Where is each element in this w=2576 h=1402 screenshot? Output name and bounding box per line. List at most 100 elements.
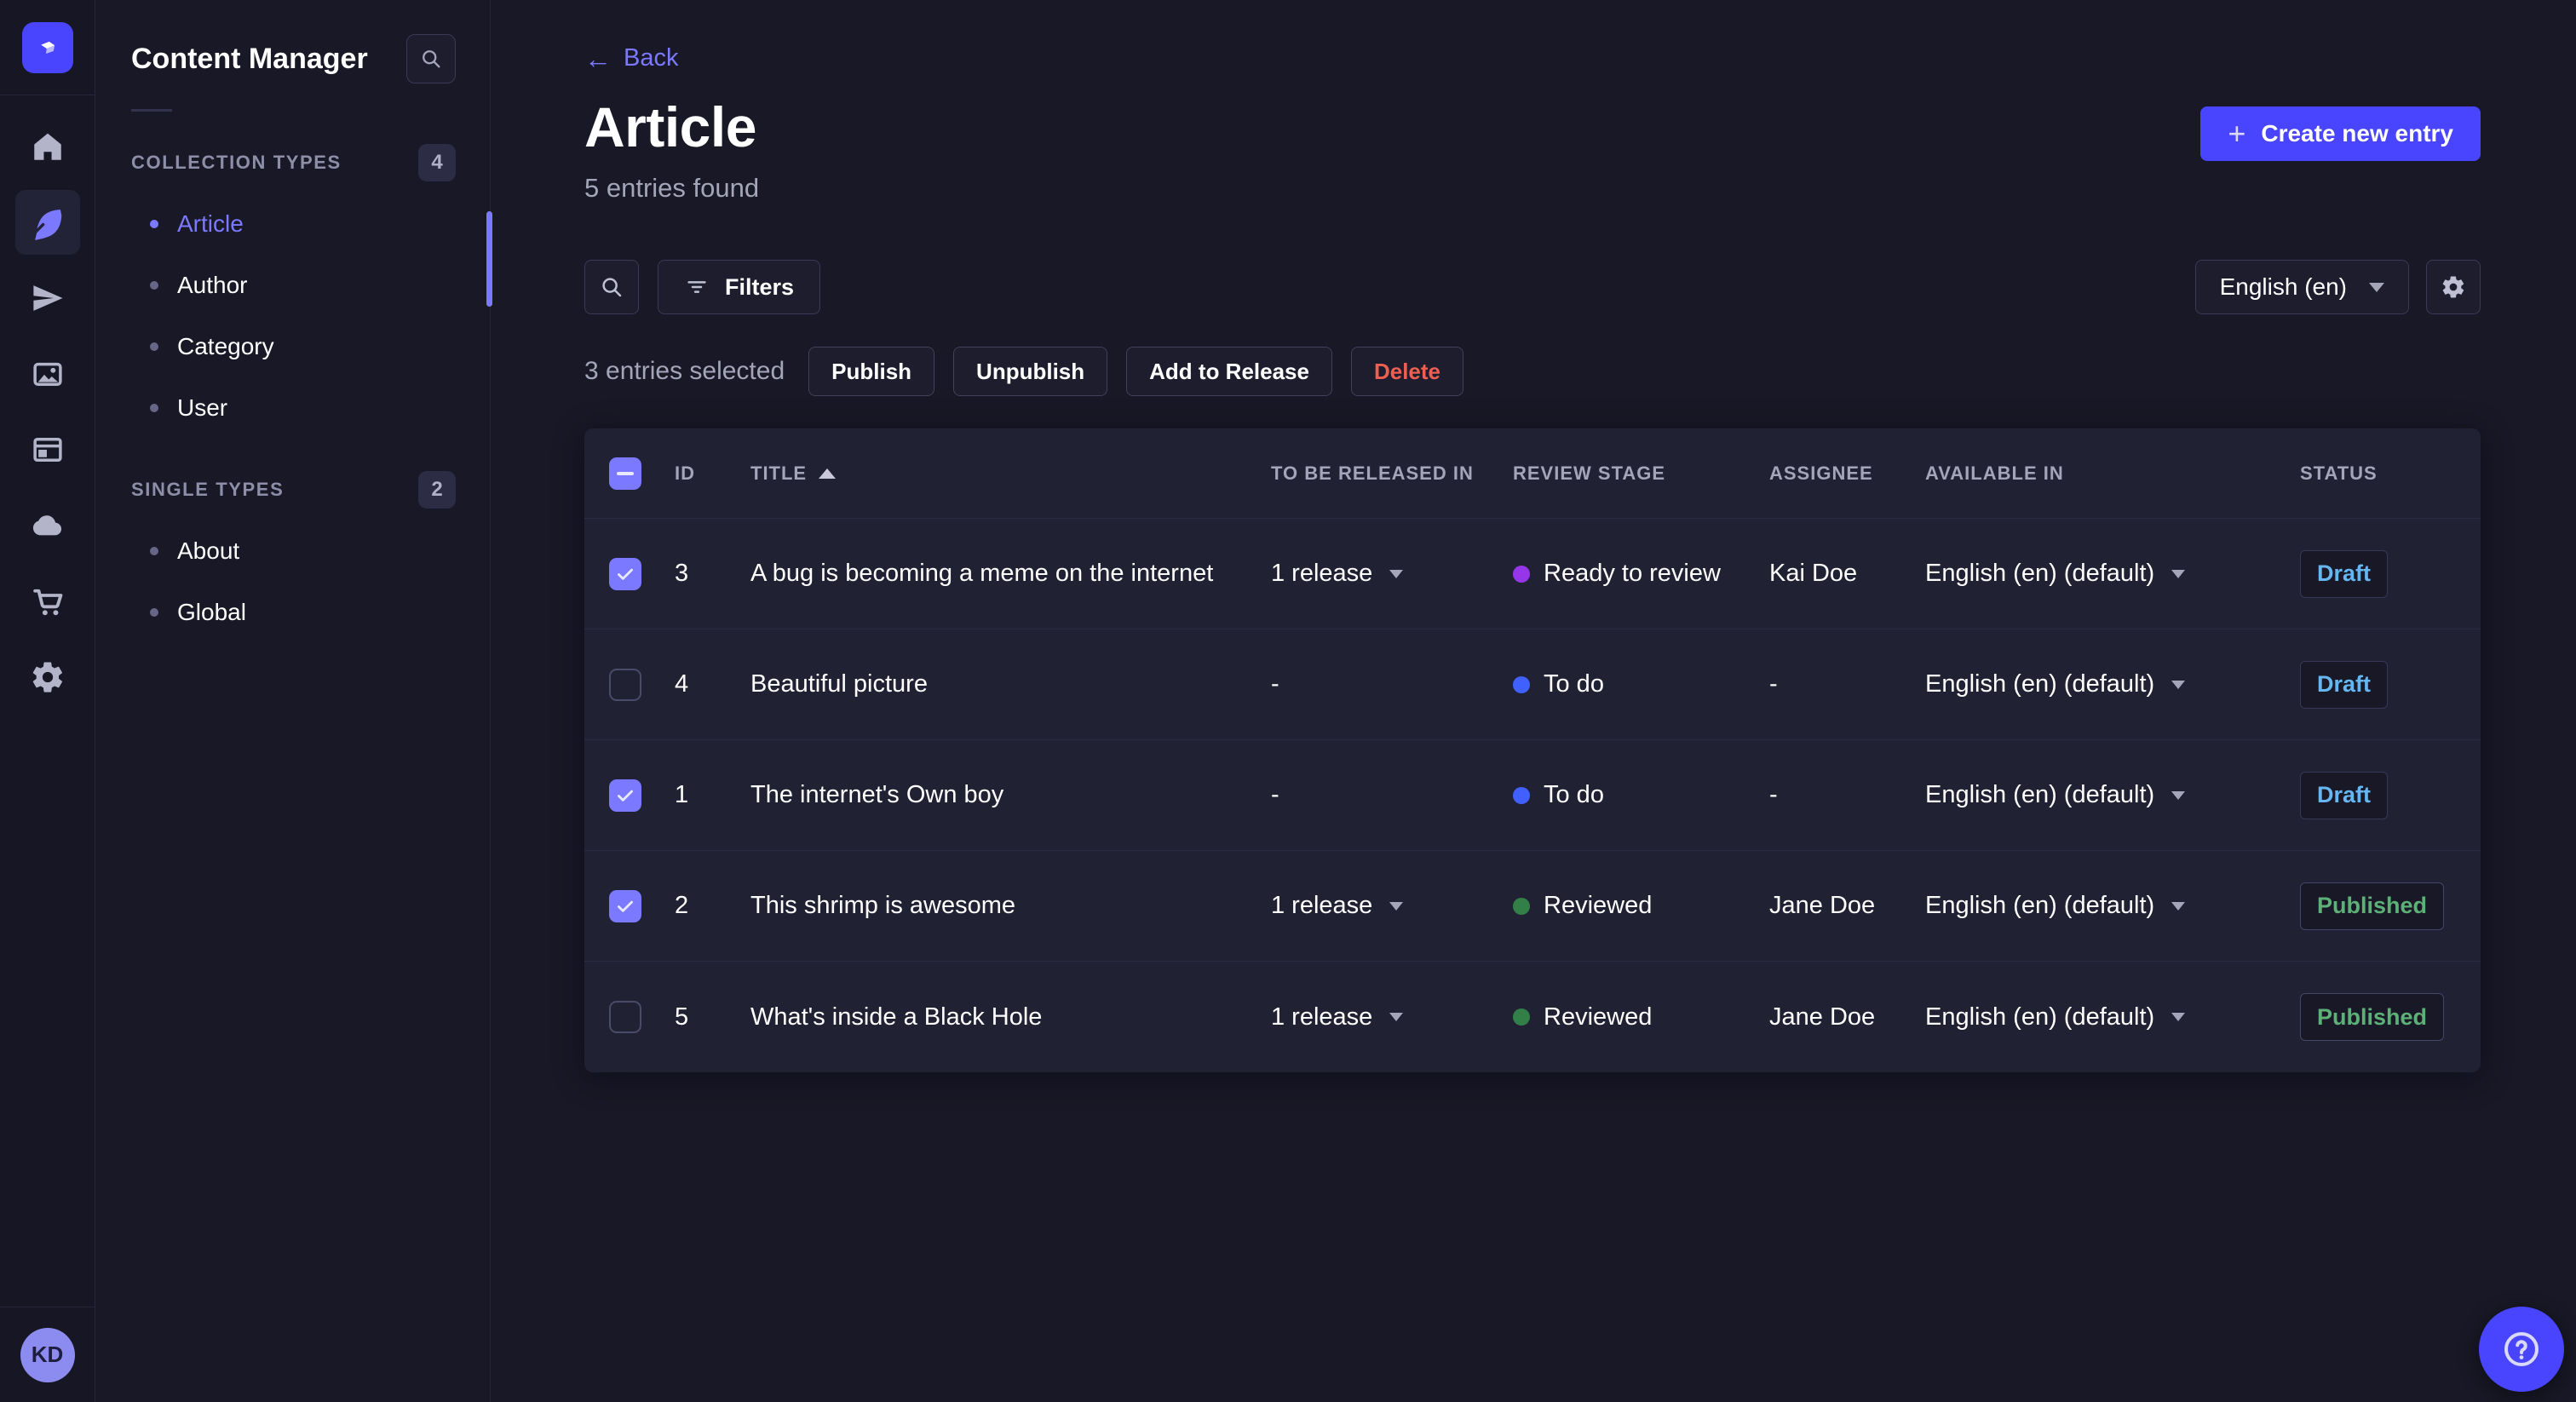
back-link[interactable]: ← Back (584, 44, 678, 72)
cell-to-be-released-in[interactable]: 1 release (1271, 560, 1513, 588)
cart-icon (32, 589, 62, 616)
cell-review-stage: Reviewed (1513, 892, 1769, 920)
cell-to-be-released-in[interactable]: 1 release (1271, 892, 1513, 920)
subnav-sections: COLLECTION TYPES 4 Article Author Category Us… (95, 144, 490, 643)
chevron-down-icon (1389, 569, 1404, 578)
rail-item-home[interactable] (15, 114, 80, 179)
column-header-review-stage[interactable]: REVIEW STAGE (1513, 463, 1769, 485)
sidebar-item-author[interactable]: Author (95, 255, 490, 316)
sidebar-item-label: Global (177, 599, 246, 625)
filters-button[interactable]: Filters (658, 260, 821, 314)
strapi-logo-icon (40, 41, 55, 54)
release-value: - (1271, 670, 1279, 698)
cell-available-in[interactable]: English (en) (default) (1925, 1003, 2300, 1031)
sidebar-item-about[interactable]: About (95, 520, 490, 582)
add-to-release-button[interactable]: Add to Release (1126, 347, 1332, 396)
subnav-search-button[interactable] (406, 34, 456, 83)
cell-id: 2 (675, 892, 689, 919)
table-row[interactable]: 1 The internet's Own boy - To do - English (e… (584, 740, 2481, 851)
column-header-available-in[interactable]: AVAILABLE IN (1925, 463, 2300, 485)
check-icon (618, 900, 633, 912)
column-header-status[interactable]: STATUS (2300, 463, 2456, 485)
locale-dropdown[interactable]: English (en) (2194, 260, 2409, 314)
subnav-section: SINGLE TYPES 2 About Global (95, 471, 490, 643)
view-settings-button[interactable] (2426, 260, 2481, 314)
cell-available-in[interactable]: English (en) (default) (1925, 560, 2300, 588)
publish-button[interactable]: Publish (808, 347, 935, 396)
bullet-icon (150, 281, 158, 290)
column-header-title[interactable]: TITLE (750, 463, 1271, 485)
chevron-down-icon (2171, 790, 2186, 800)
rail-item-releases[interactable] (15, 266, 80, 330)
locale-value: English (en) (2219, 273, 2347, 300)
create-new-entry-button[interactable]: + Create new entry (2200, 106, 2481, 161)
section-header: COLLECTION TYPES 4 (95, 144, 490, 181)
search-button[interactable] (584, 260, 639, 314)
help-button[interactable] (2479, 1307, 2564, 1392)
release-value: 1 release (1271, 560, 1373, 587)
strapi-logo[interactable] (21, 21, 73, 73)
sidebar-item-label: About (177, 537, 240, 564)
row-checkbox[interactable] (609, 1001, 641, 1033)
rail-item-media-library[interactable] (15, 342, 80, 406)
cell-available-in[interactable]: English (en) (default) (1925, 670, 2300, 698)
sidebar-item-category[interactable]: Category (95, 316, 490, 377)
status-badge: Draft (2300, 771, 2389, 819)
indeterminate-dash-icon (617, 471, 634, 475)
cell-assignee: - (1769, 670, 1778, 698)
cell-available-in[interactable]: English (en) (default) (1925, 892, 2300, 920)
cell-id: 4 (675, 670, 689, 698)
layout-icon (32, 438, 62, 462)
table-header-row: ID TITLE TO BE RELEASED IN REVIEW STAGE … (584, 428, 2481, 519)
rail-item-content-manager[interactable] (14, 190, 80, 255)
sidebar-item-label: Category (177, 333, 274, 359)
section-count-badge: 4 (418, 144, 456, 181)
status-badge: Published (2300, 993, 2445, 1041)
chevron-down-icon (2369, 282, 2384, 292)
delete-button[interactable]: Delete (1350, 347, 1464, 396)
cell-to-be-released-in: - (1271, 670, 1513, 698)
images-icon (32, 362, 62, 386)
sidebar-item-user[interactable]: User (95, 377, 490, 439)
chevron-down-icon (2171, 680, 2186, 689)
table-row[interactable]: 2 This shrimp is awesome 1 release Reviewed… (584, 851, 2481, 962)
rail-item-content-type-builder[interactable] (15, 417, 80, 482)
cloud-icon (32, 515, 61, 536)
cell-available-in[interactable]: English (en) (default) (1925, 781, 2300, 809)
locale-label: English (en) (default) (1925, 781, 2155, 808)
sidebar-item-label: Author (177, 272, 248, 298)
column-header-to-be-released-in[interactable]: TO BE RELEASED IN (1271, 463, 1513, 485)
cell-to-be-released-in[interactable]: 1 release (1271, 1003, 1513, 1031)
row-checkbox[interactable] (609, 779, 641, 812)
row-checkbox[interactable] (609, 668, 641, 701)
app-root: KD Content Manager COLLECTION TYPES 4 Arti… (0, 0, 2576, 1402)
row-checkbox[interactable] (609, 557, 641, 590)
check-icon (618, 568, 633, 580)
filters-label: Filters (725, 273, 795, 300)
select-all-checkbox[interactable] (609, 457, 641, 490)
rail-icon-nav (14, 114, 80, 1307)
stage-dot-icon (1513, 565, 1530, 583)
question-mark-icon (2504, 1332, 2539, 1366)
rail-item-settings[interactable] (15, 645, 80, 710)
logo-wrap (0, 0, 95, 95)
stage-label: To do (1544, 670, 1604, 698)
row-checkbox[interactable] (609, 889, 641, 922)
sidebar-item-article[interactable]: Article (95, 193, 490, 255)
bullet-icon (150, 220, 158, 228)
table-row[interactable]: 5 What's inside a Black Hole 1 release Revi… (584, 962, 2481, 1072)
locale-label: English (en) (default) (1925, 892, 2155, 919)
bullet-icon (150, 404, 158, 412)
paper-plane-icon (32, 285, 62, 311)
column-header-assignee[interactable]: ASSIGNEE (1769, 463, 1925, 485)
section-items: Article Author Category User (95, 193, 490, 439)
sidebar-item-global[interactable]: Global (95, 582, 490, 643)
column-header-id[interactable]: ID (675, 463, 750, 485)
table-row[interactable]: 4 Beautiful picture - To do - English (en) (d… (584, 629, 2481, 740)
rail-item-deploy[interactable] (15, 493, 80, 558)
table-row[interactable]: 3 A bug is becoming a meme on the interne… (584, 519, 2481, 629)
cell-review-stage: To do (1513, 781, 1769, 809)
user-avatar[interactable]: KD (20, 1327, 75, 1382)
unpublish-button[interactable]: Unpublish (953, 347, 1108, 396)
rail-item-marketplace[interactable] (15, 569, 80, 634)
